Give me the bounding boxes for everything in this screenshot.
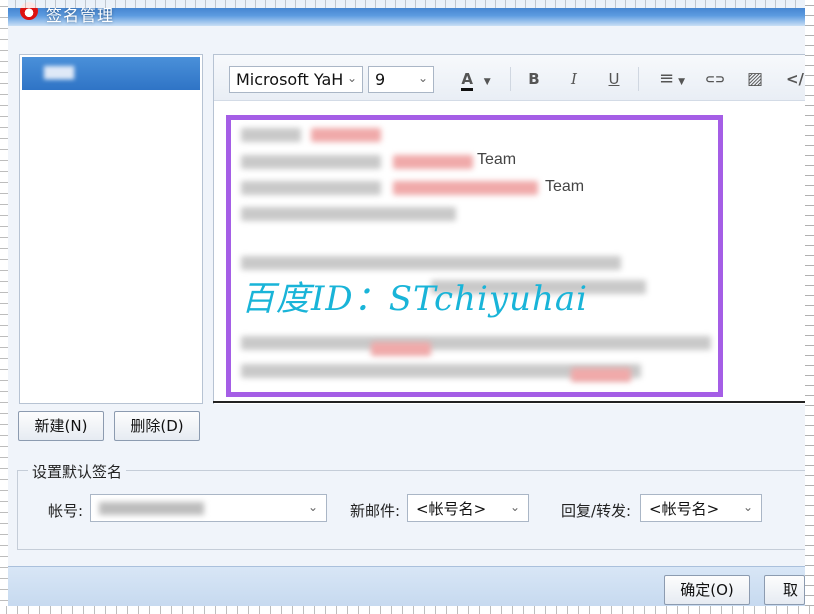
signature-list[interactable]: ▇▇▇: [19, 54, 203, 404]
account-label: 帐号:: [48, 502, 84, 520]
chevron-down-icon: ⌄: [742, 500, 753, 514]
delete-signature-button[interactable]: 删除(D): [114, 411, 200, 441]
bold-icon: B: [528, 70, 540, 88]
editor-document[interactable]: Team Team 百度ID：STchiyuhai: [214, 102, 809, 404]
redacted-text: [241, 128, 301, 142]
font-family-value: Microsoft YaH: [236, 70, 344, 89]
editor-toolbar: Microsoft YaH ⌄ 9 ⌄ A ▼ B I U ≡ ▼ ⊂⊃ ▨ </: [214, 55, 809, 101]
source-icon: </: [785, 70, 805, 88]
redacted-text: [371, 342, 431, 356]
new-mail-label: 新邮件:: [350, 502, 401, 520]
toolbar-separator: [638, 67, 639, 91]
editor-bottom-border: [213, 401, 805, 403]
redacted-text: [241, 181, 381, 195]
reply-forward-signature-select[interactable]: <帐号名> ⌄: [640, 494, 762, 522]
redacted-text: [393, 155, 473, 169]
image-icon: ▨: [746, 69, 764, 89]
bold-button[interactable]: B: [521, 67, 547, 91]
font-size-value: 9: [375, 70, 386, 89]
font-size-select[interactable]: 9 ⌄: [368, 66, 434, 93]
underline-button[interactable]: U: [601, 67, 627, 91]
link-icon: ⊂⊃: [704, 72, 726, 86]
image-button[interactable]: ▨: [742, 67, 768, 91]
font-color-icon: A: [461, 70, 473, 91]
redacted-text: [311, 128, 381, 142]
redacted-text: [571, 368, 631, 382]
default-signature-group-title: 设置默认签名: [28, 461, 127, 482]
italic-icon: I: [571, 70, 577, 88]
watermark-text: 百度ID：STchiyuhai: [241, 279, 588, 319]
underline-icon: U: [608, 70, 620, 88]
caret-down-icon: ▼: [678, 77, 685, 87]
link-button[interactable]: ⊂⊃: [702, 67, 728, 91]
chevron-down-icon: ⌄: [307, 500, 318, 514]
font-family-select[interactable]: Microsoft YaH ⌄: [229, 66, 363, 93]
chevron-down-icon: ⌄: [417, 71, 428, 85]
new-signature-button[interactable]: 新建(N): [18, 411, 104, 441]
toolbar-separator: [510, 67, 511, 91]
chevron-down-icon: ⌄: [509, 500, 520, 514]
signature-name-redacted: ▇▇▇: [44, 65, 74, 80]
align-button[interactable]: ≡ ▼: [650, 67, 694, 91]
redacted-text: [241, 207, 456, 221]
reply-forward-signature-value: <帐号名>: [649, 500, 720, 518]
signature-list-item-selected[interactable]: ▇▇▇: [22, 57, 200, 90]
caret-down-icon: ▼: [483, 77, 491, 87]
torn-edge-right: [805, 0, 814, 614]
chevron-down-icon: ⌄: [346, 71, 357, 85]
redacted-text: [241, 336, 711, 350]
redacted-text: [241, 155, 381, 169]
redacted-text: [393, 181, 538, 195]
italic-button[interactable]: I: [561, 67, 587, 91]
signature-preview-frame: Team Team 百度ID：STchiyuhai: [226, 115, 723, 397]
ok-button[interactable]: 确定(O): [664, 575, 750, 605]
cancel-button[interactable]: 取消: [764, 575, 805, 605]
new-mail-signature-select[interactable]: <帐号名> ⌄: [407, 494, 529, 522]
align-icon: ≡: [658, 68, 675, 89]
signature-editor: Microsoft YaH ⌄ 9 ⌄ A ▼ B I U ≡ ▼ ⊂⊃ ▨ </…: [213, 54, 809, 404]
torn-edge-top: [0, 0, 814, 8]
redacted-text: [241, 256, 621, 270]
torn-edge-bottom: [0, 606, 814, 614]
account-select[interactable]: ⌄: [90, 494, 327, 522]
font-color-button[interactable]: A ▼: [454, 67, 498, 91]
new-mail-signature-value: <帐号名>: [416, 500, 487, 518]
account-value-redacted: [99, 502, 204, 515]
reply-forward-label: 回复/转发:: [561, 502, 632, 520]
team-text-2: Team: [545, 178, 585, 195]
team-text-1: Team: [477, 151, 517, 168]
torn-edge-left: [0, 0, 8, 614]
